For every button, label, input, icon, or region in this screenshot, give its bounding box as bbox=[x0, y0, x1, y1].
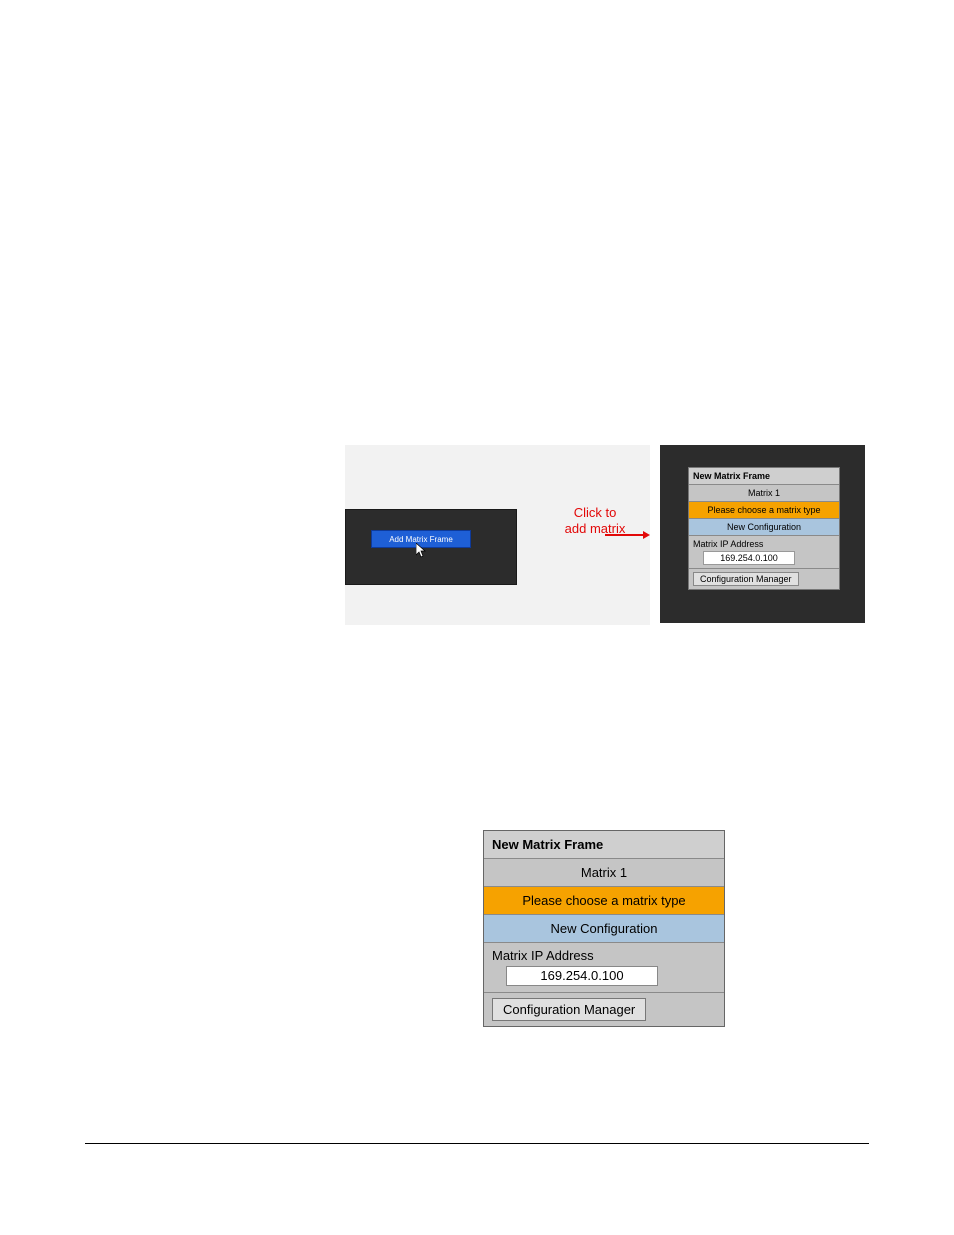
app-window-right: New Matrix Frame Matrix 1 Please choose … bbox=[660, 445, 865, 623]
app-window-left: Add Matrix Frame bbox=[345, 509, 517, 585]
figure-add-matrix: Add Matrix Frame Click to add matrix bbox=[345, 445, 865, 625]
ip-address-row: Matrix IP Address 169.254.0.100 bbox=[484, 942, 724, 992]
ip-address-input[interactable]: 169.254.0.100 bbox=[703, 551, 795, 565]
ip-address-row: Matrix IP Address 169.254.0.100 bbox=[689, 535, 839, 568]
config-manager-row: Configuration Manager bbox=[689, 568, 839, 589]
new-configuration-button[interactable]: New Configuration bbox=[689, 518, 839, 535]
configuration-manager-button[interactable]: Configuration Manager bbox=[492, 998, 646, 1021]
configuration-manager-button[interactable]: Configuration Manager bbox=[693, 572, 799, 586]
choose-matrix-type-button[interactable]: Please choose a matrix type bbox=[689, 501, 839, 518]
panel-title: New Matrix Frame bbox=[484, 831, 724, 858]
panel-title: New Matrix Frame bbox=[689, 468, 839, 484]
new-configuration-button[interactable]: New Configuration bbox=[484, 914, 724, 942]
document-page: Add Matrix Frame Click to add matrix bbox=[0, 0, 954, 1235]
annotation-line-1: Click to bbox=[540, 505, 650, 521]
new-matrix-frame-panel-large: New Matrix Frame Matrix 1 Please choose … bbox=[483, 830, 725, 1027]
new-matrix-frame-panel-small: New Matrix Frame Matrix 1 Please choose … bbox=[688, 467, 840, 590]
ip-address-label: Matrix IP Address bbox=[492, 948, 594, 963]
ip-address-label: Matrix IP Address bbox=[693, 539, 763, 549]
matrix-name-field[interactable]: Matrix 1 bbox=[484, 858, 724, 886]
arrow-icon bbox=[605, 531, 650, 539]
content-area: Add Matrix Frame Click to add matrix bbox=[85, 0, 869, 1235]
matrix-name-field[interactable]: Matrix 1 bbox=[689, 484, 839, 501]
ip-address-input[interactable]: 169.254.0.100 bbox=[506, 966, 658, 986]
footer-divider bbox=[85, 1143, 869, 1144]
choose-matrix-type-button[interactable]: Please choose a matrix type bbox=[484, 886, 724, 914]
config-manager-row: Configuration Manager bbox=[484, 992, 724, 1026]
